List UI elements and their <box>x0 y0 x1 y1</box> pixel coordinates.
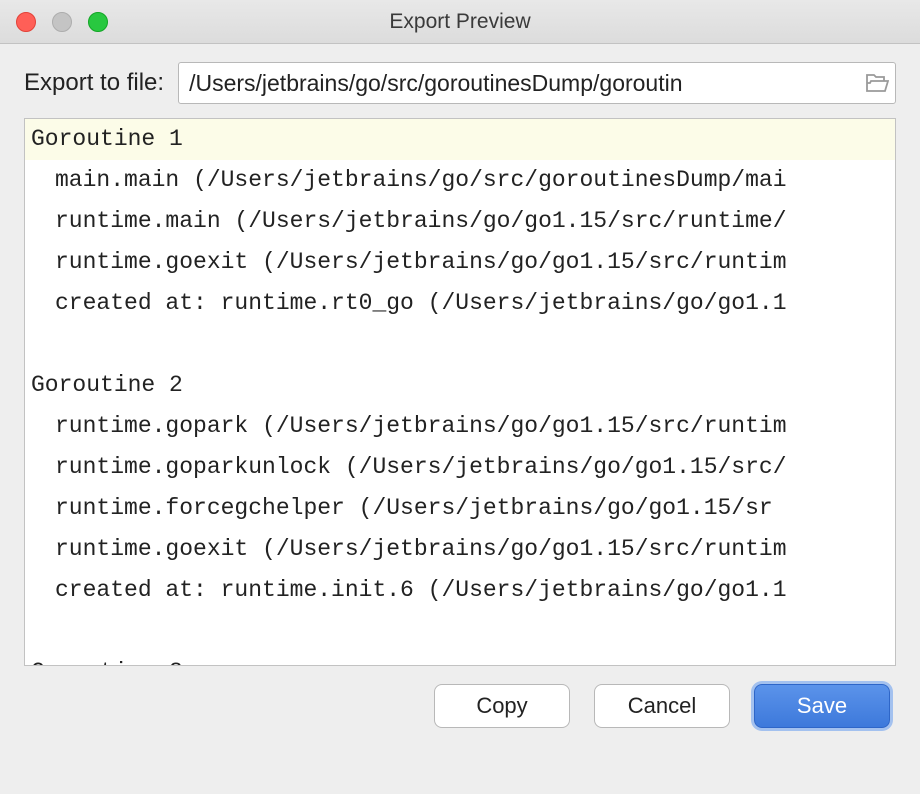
export-row: Export to file: <box>0 44 920 118</box>
save-button[interactable]: Save <box>754 684 890 728</box>
folder-open-icon[interactable] <box>859 73 895 93</box>
copy-button[interactable]: Copy <box>434 684 570 728</box>
minimize-icon <box>52 12 72 32</box>
stack-line: runtime.forcegchelper (/Users/jetbrains/… <box>25 488 895 529</box>
export-path-container[interactable] <box>178 62 896 104</box>
goroutine-header: Goroutine 2 <box>25 365 895 406</box>
preview-textarea[interactable]: Goroutine 1 main.main (/Users/jetbrains/… <box>24 118 896 666</box>
export-path-input[interactable] <box>179 70 859 97</box>
dialog-buttons: Copy Cancel Save <box>0 666 920 728</box>
zoom-icon[interactable] <box>88 12 108 32</box>
cancel-button[interactable]: Cancel <box>594 684 730 728</box>
goroutine-header: Goroutine 1 <box>25 119 895 160</box>
blank-line <box>25 611 895 652</box>
stack-line: runtime.goexit (/Users/jetbrains/go/go1.… <box>25 529 895 570</box>
window-controls <box>0 12 108 32</box>
titlebar: Export Preview <box>0 0 920 44</box>
stack-line: main.main (/Users/jetbrains/go/src/gorou… <box>25 160 895 201</box>
stack-line: created at: runtime.init.6 (/Users/jetbr… <box>25 570 895 611</box>
stack-line: runtime.goexit (/Users/jetbrains/go/go1.… <box>25 242 895 283</box>
goroutine-header: Goroutine 3 <box>25 652 895 666</box>
window-title: Export Preview <box>0 10 920 34</box>
stack-line: runtime.gopark (/Users/jetbrains/go/go1.… <box>25 406 895 447</box>
stack-line: runtime.goparkunlock (/Users/jetbrains/g… <box>25 447 895 488</box>
stack-line: runtime.main (/Users/jetbrains/go/go1.15… <box>25 201 895 242</box>
close-icon[interactable] <box>16 12 36 32</box>
export-label: Export to file: <box>24 69 164 97</box>
blank-line <box>25 324 895 365</box>
stack-line: created at: runtime.rt0_go (/Users/jetbr… <box>25 283 895 324</box>
